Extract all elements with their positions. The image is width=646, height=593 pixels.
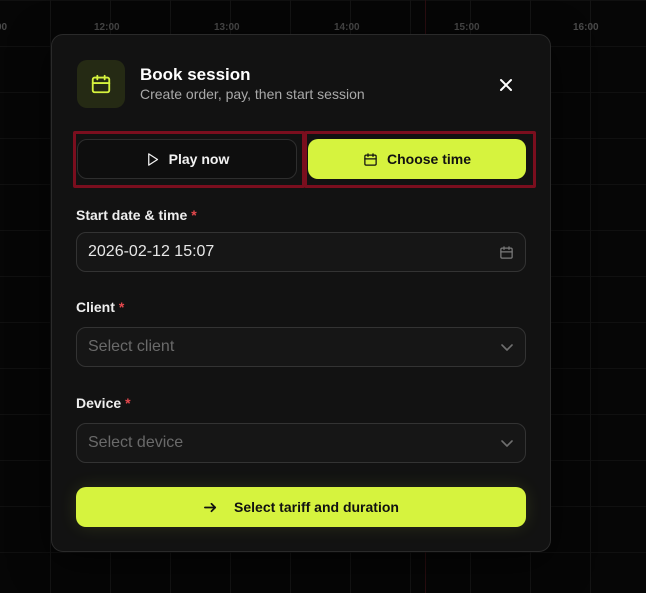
start-datetime-label-text: Start date & time	[76, 207, 188, 223]
chevron-down-icon	[501, 440, 513, 447]
client-label: Client *	[76, 299, 124, 315]
timeline-hour: 15:00	[454, 22, 480, 33]
device-label: Device *	[76, 395, 131, 411]
choose-time-label: Choose time	[386, 151, 471, 167]
play-icon	[147, 152, 158, 166]
dialog-subtitle: Create order, pay, then start session	[140, 86, 365, 102]
calendar-icon	[500, 245, 513, 259]
device-dropdown-toggle	[500, 436, 514, 450]
select-tariff-label: Select tariff and duration	[234, 499, 399, 515]
close-icon	[500, 79, 512, 91]
calendar-icon	[91, 74, 111, 94]
required-mark: *	[125, 395, 131, 411]
header-icon-badge	[77, 60, 125, 108]
chevron-down-icon	[501, 344, 513, 351]
device-select[interactable]: Select device	[76, 423, 526, 463]
calendar-icon	[364, 152, 377, 166]
timeline-hour: 13:00	[214, 22, 240, 33]
device-placeholder: Select device	[88, 434, 184, 451]
play-now-label: Play now	[168, 151, 230, 167]
client-select[interactable]: Select client	[76, 327, 526, 367]
choose-time-button[interactable]: Choose time	[308, 139, 526, 179]
dialog-title: Book session	[140, 65, 251, 84]
start-datetime-input[interactable]: 2026-02-12 15:07	[76, 232, 526, 272]
timeline-hour: 12:00	[94, 22, 120, 33]
client-placeholder: Select client	[88, 338, 175, 355]
timeline-hour: 14:00	[334, 22, 360, 33]
start-datetime-value: 2026-02-12 15:07	[88, 243, 215, 260]
required-mark: *	[191, 207, 197, 223]
client-label-text: Client	[76, 299, 115, 315]
arrow-right-icon	[204, 502, 217, 512]
calendar-picker-button[interactable]	[499, 245, 514, 260]
client-dropdown-toggle	[500, 340, 514, 354]
close-button[interactable]	[492, 71, 520, 99]
book-session-dialog: Book session Create order, pay, then sta…	[51, 34, 551, 552]
timeline-hour: 16:00	[573, 22, 599, 33]
timeline-hour: 00	[0, 22, 8, 33]
start-datetime-label: Start date & time *	[76, 207, 197, 223]
play-now-button[interactable]: Play now	[77, 139, 297, 179]
device-label-text: Device	[76, 395, 122, 411]
required-mark: *	[118, 299, 125, 315]
select-tariff-button[interactable]: Select tariff and duration	[76, 487, 526, 527]
